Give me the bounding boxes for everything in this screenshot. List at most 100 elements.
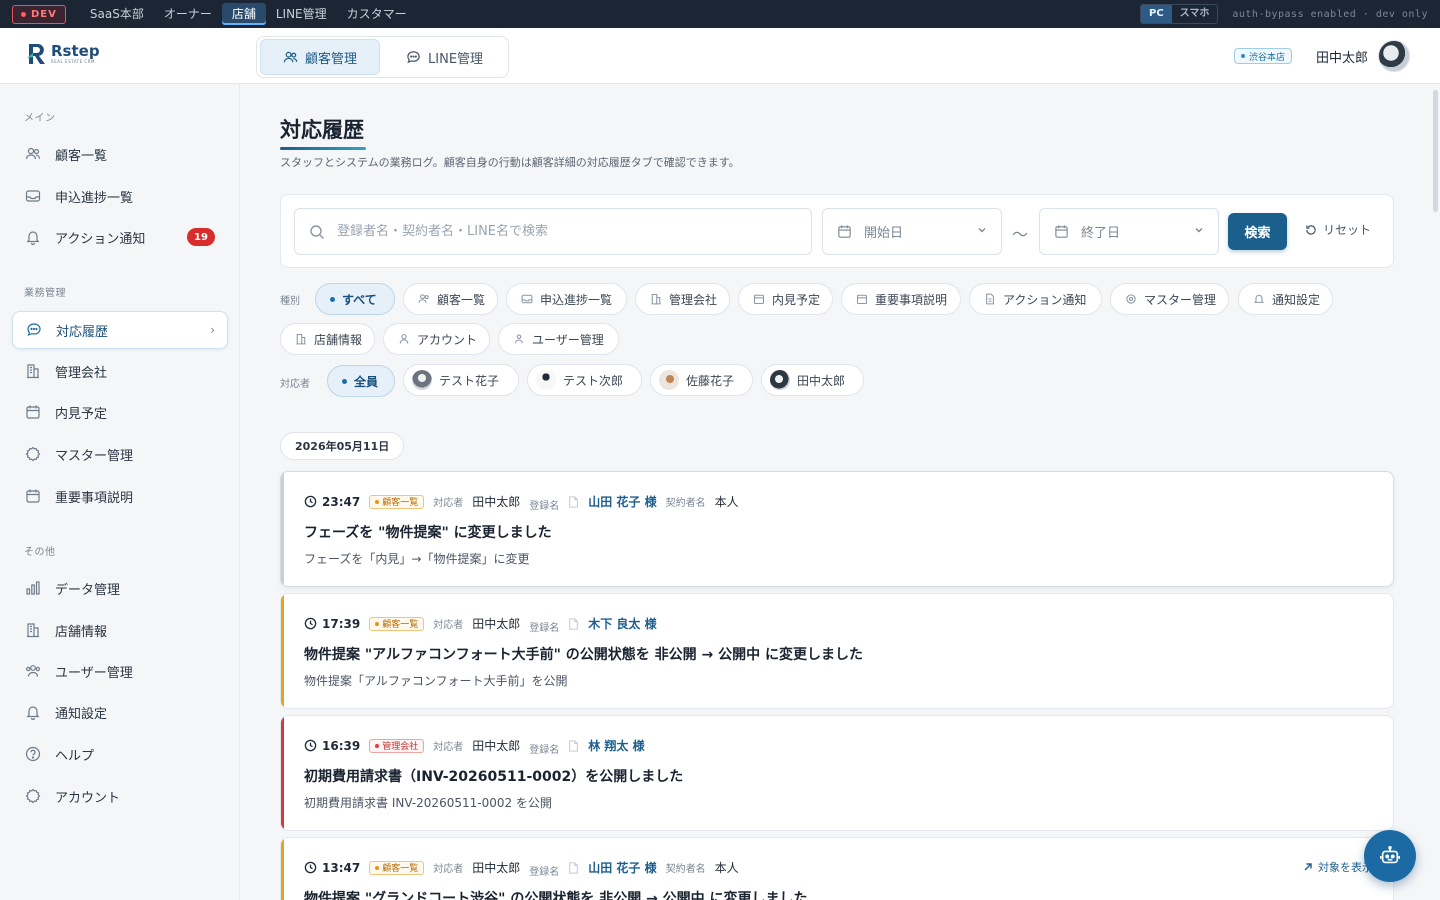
- staff-chip-all[interactable]: 全員: [327, 365, 395, 397]
- sidebar-item-help[interactable]: ヘルプ: [12, 735, 228, 773]
- entry-time: 23:47: [304, 495, 360, 509]
- sidebar-item-account[interactable]: アカウント: [12, 777, 228, 815]
- type-chip-all[interactable]: すべて: [315, 283, 395, 315]
- type-chip-customers[interactable]: 顧客一覧: [403, 283, 498, 315]
- type-chip-management-company[interactable]: 管理会社: [635, 283, 730, 315]
- dev-tab-store[interactable]: 店舗: [221, 3, 266, 25]
- entry-meta: 23:47 顧客一覧 対応者 田中太郎 登録名 山田 花子 様 契約者名 本人: [304, 493, 739, 512]
- sidebar-item-master[interactable]: マスター管理: [12, 435, 228, 473]
- type-chip-applications[interactable]: 申込進捗一覧: [506, 283, 627, 315]
- type-chip-store-info[interactable]: 店舗情報: [280, 323, 375, 355]
- dev-badge-label: DEV: [31, 8, 57, 20]
- active-dot-icon: [330, 296, 335, 302]
- chip-label: 申込進捗一覧: [540, 292, 613, 307]
- type-chip-action-notice[interactable]: アクション通知: [969, 283, 1102, 315]
- entry-type-tag-label: 顧客一覧: [382, 864, 419, 874]
- sidebar-item-action-notice[interactable]: アクション通知 19: [12, 218, 228, 256]
- dev-tab-owner[interactable]: オーナー: [154, 3, 222, 25]
- dev-tab-customer[interactable]: カスタマー: [337, 3, 417, 25]
- type-chip-master[interactable]: マスター管理: [1110, 283, 1229, 315]
- staff-chip-test-jiro[interactable]: テスト次郎: [527, 364, 642, 396]
- type-chip-account[interactable]: アカウント: [383, 323, 490, 355]
- sidebar-item-label: 内見予定: [55, 406, 108, 422]
- history-entry[interactable]: 16:39 管理会社 対応者 田中太郎 登録名 林 翔太 様 初期費用請求書（I…: [280, 715, 1394, 831]
- chip-label: テスト花子: [439, 373, 500, 388]
- logo[interactable]: Rstep REAL ESTATE CRM: [26, 42, 100, 66]
- tab-customer-management[interactable]: 顧客管理: [260, 39, 381, 75]
- entry-headline: フェーズを "物件提案" に変更しました: [304, 525, 552, 541]
- search-input[interactable]: [337, 224, 797, 239]
- device-toggle: PC スマホ: [1140, 4, 1219, 24]
- start-date-picker[interactable]: 開始日: [822, 208, 1002, 255]
- entry-contractor-label: 契約者名: [665, 498, 706, 509]
- entry-staff: 田中太郎: [472, 495, 521, 509]
- history-entry[interactable]: 17:39 顧客一覧 対応者 田中太郎 登録名 木下 良太 様 物件提案 "アル…: [280, 593, 1394, 709]
- assistant-bot-button[interactable]: [1364, 830, 1416, 882]
- view-target-link[interactable]: 対象を表示: [1303, 859, 1373, 875]
- clock-icon: [304, 495, 317, 508]
- device-sp-button[interactable]: スマホ: [1172, 5, 1218, 23]
- dev-tab-saas[interactable]: SaaS本部: [80, 3, 154, 25]
- calendar-icon: [1055, 225, 1068, 238]
- search-icon: [310, 224, 324, 239]
- sidebar-item-management-company[interactable]: 管理会社: [12, 352, 228, 390]
- end-date-picker[interactable]: 終了日: [1039, 208, 1219, 255]
- page-title: 対応履歴: [280, 118, 364, 142]
- sidebar-item-applications[interactable]: 申込進捗一覧: [12, 177, 228, 215]
- entry-contractor-label: 契約者名: [665, 864, 706, 875]
- reset-button[interactable]: リセット: [1305, 221, 1371, 238]
- search-field[interactable]: [294, 208, 812, 255]
- bell-icon: [1253, 293, 1265, 305]
- type-chip-notification-settings[interactable]: 通知設定: [1238, 283, 1333, 315]
- entry-customer-link[interactable]: 林 翔太 様: [588, 737, 644, 754]
- sidebar-item-history[interactable]: 対応履歴 ›: [12, 311, 228, 349]
- type-chip-users[interactable]: ユーザー管理: [498, 323, 619, 355]
- gear-icon: [1125, 293, 1137, 305]
- sidebar-item-users[interactable]: ユーザー管理: [12, 652, 228, 690]
- calendar-icon: [753, 293, 765, 305]
- staff-chip-sato-hanako[interactable]: 佐藤花子: [650, 364, 753, 396]
- user-icon: [398, 333, 410, 345]
- tab-customer-management-label: 顧客管理: [305, 51, 358, 67]
- sidebar-item-store-info[interactable]: 店舗情報: [12, 611, 228, 649]
- users-icon: [513, 333, 525, 345]
- type-chip-viewing[interactable]: 内見予定: [738, 283, 833, 315]
- entry-detail: 初期費用請求書 INV-20260511-0002 を公開: [304, 796, 552, 810]
- store-badge[interactable]: 渋谷本店: [1234, 48, 1293, 64]
- document-icon: [984, 293, 996, 305]
- history-entry[interactable]: 23:47 顧客一覧 対応者 田中太郎 登録名 山田 花子 様 契約者名 本人 …: [280, 471, 1394, 587]
- app-header: Rstep REAL ESTATE CRM 顧客管理 LINE管理 渋谷本店 田…: [0, 28, 1440, 84]
- sidebar-item-viewing[interactable]: 内見予定: [12, 393, 228, 431]
- staff-chip-test-hanako[interactable]: テスト花子: [403, 364, 519, 396]
- staff-chip-tanaka-taro[interactable]: 田中太郎: [761, 364, 864, 396]
- type-chip-important-matters[interactable]: 重要事項説明: [841, 283, 961, 315]
- entry-customer-link[interactable]: 山田 花子 様: [588, 859, 656, 876]
- entry-headline: 初期費用請求書（INV-20260511-0002）を公開しました: [304, 769, 684, 785]
- tag-dot-icon: [375, 865, 380, 870]
- device-pc-button[interactable]: PC: [1141, 5, 1172, 23]
- dev-badge: DEV: [12, 4, 66, 24]
- entry-customer-link[interactable]: 山田 花子 様: [588, 493, 656, 510]
- dev-tab-line[interactable]: LINE管理: [266, 3, 337, 25]
- history-entry[interactable]: 13:47 顧客一覧 対応者 田中太郎 登録名 山田 花子 様 契約者名 本人 …: [280, 837, 1394, 900]
- sidebar-item-label: 店舗情報: [55, 624, 108, 640]
- entry-customer-link[interactable]: 木下 良太 様: [588, 615, 656, 632]
- page-scrollbar[interactable]: [1433, 90, 1438, 212]
- sidebar-item-important-matters[interactable]: 重要事項説明: [12, 477, 228, 515]
- chat-icon: [26, 322, 42, 338]
- chip-label: 全員: [354, 374, 379, 389]
- calendar-icon: [838, 225, 851, 238]
- sidebar-item-notification-settings[interactable]: 通知設定: [12, 693, 228, 731]
- entry-staff-label: 対応者: [433, 498, 464, 509]
- user-name[interactable]: 田中太郎: [1316, 47, 1368, 66]
- sidebar-item-data[interactable]: データ管理: [12, 569, 228, 607]
- search-button[interactable]: 検索: [1228, 213, 1287, 250]
- avatar[interactable]: [1378, 40, 1410, 72]
- tab-line-management[interactable]: LINE管理: [384, 39, 505, 75]
- sidebar-item-label: ユーザー管理: [55, 665, 133, 681]
- gear-icon: [25, 788, 41, 804]
- sidebar-item-label: 対応履歴: [56, 324, 109, 340]
- sidebar-item-customers[interactable]: 顧客一覧: [12, 135, 228, 173]
- entry-staff-label: 対応者: [433, 742, 464, 753]
- help-icon: [25, 746, 41, 762]
